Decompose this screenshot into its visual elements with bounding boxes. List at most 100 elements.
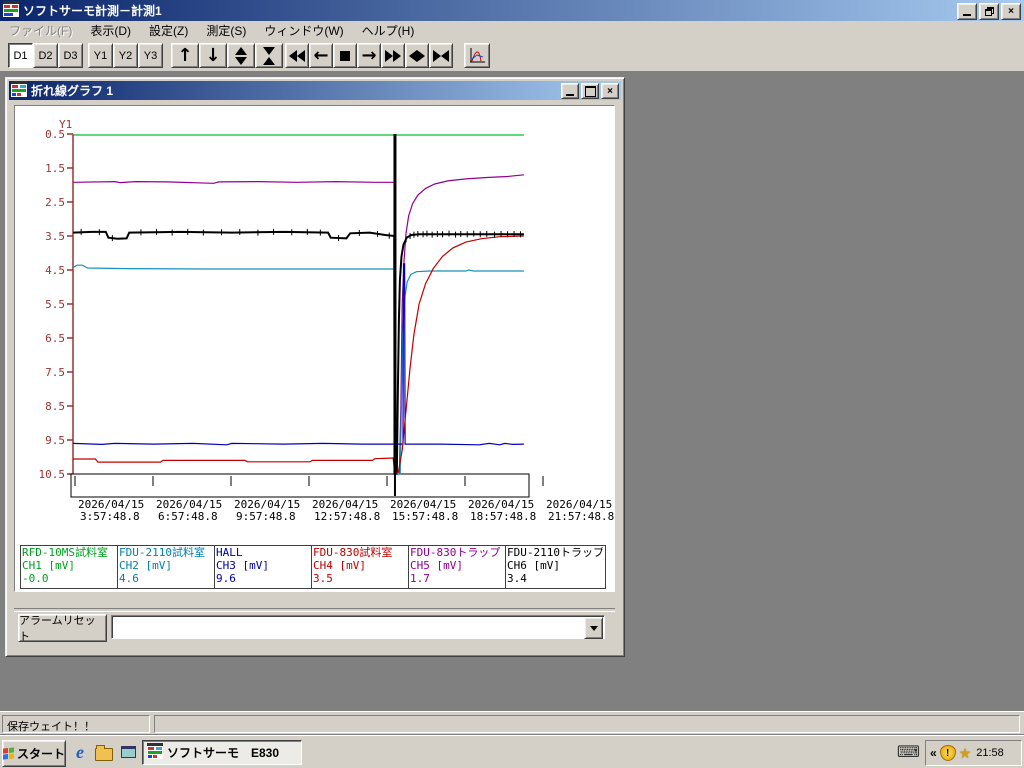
start-button[interactable]: スタート (2, 740, 66, 767)
statusbar: 保存ウェイト！！ (0, 711, 1024, 736)
internet-explorer-icon[interactable]: e (70, 742, 90, 762)
channel-legend: RFD-10MS試料室 CH1 [mV] -0.0 FDU-2110試料室 CH2 [m… (20, 545, 606, 589)
status-panel-2 (154, 715, 1020, 733)
svg-text:1.5: 1.5 (45, 162, 65, 175)
folder-icon[interactable] (94, 742, 114, 762)
legend-channel-unit: CH6 [mV] (507, 559, 560, 572)
svg-text:2.5: 2.5 (45, 196, 65, 209)
menu-item-2[interactable]: 設定(Z) (140, 20, 197, 41)
taskbar: スタート e ソフトサーモ E830 ⌨ « ! ★ 21:58 (0, 735, 1024, 768)
legend-channel-value: -0.0 (22, 572, 49, 585)
main-titlebar: ソフトサーモ計測－計測1 × (0, 0, 1024, 21)
toolbar-button-fast-forward[interactable] (381, 43, 405, 68)
svg-text:8.5: 8.5 (45, 400, 65, 413)
svg-text:7.5: 7.5 (45, 366, 65, 379)
legend-channel-name: RFD-10MS試料室 (22, 546, 108, 559)
menu-item-1[interactable]: 表示(D) (81, 20, 140, 41)
security-shield-icon[interactable]: ! (939, 745, 956, 761)
task-button-label: ソフトサーモ E830 (167, 746, 280, 760)
menu-item-5[interactable]: ヘルプ(H) (353, 20, 424, 41)
legend-channel-value: 3.4 (507, 572, 527, 585)
graph-close-button[interactable]: × (601, 83, 619, 99)
svg-text:9:57:48.8: 9:57:48.8 (236, 510, 296, 523)
legend-channel-name: HALL (216, 546, 243, 559)
svg-text:4.5: 4.5 (45, 264, 65, 277)
legend-channel-name: FDU-830試料室 (313, 546, 393, 559)
toolbar-button-y1[interactable]: Y1 (88, 43, 113, 68)
alarm-combobox[interactable] (111, 615, 605, 639)
toolbar-button-expand-vertical[interactable] (227, 43, 255, 68)
svg-text:3:57:48.8: 3:57:48.8 (80, 510, 140, 523)
legend-cell-ch6: FDU-2110トラップ CH6 [mV] 3.4 (506, 546, 603, 588)
legend-channel-unit: CH5 [mV] (410, 559, 463, 572)
task-button-icon (147, 743, 163, 762)
toolbar-button-arrow-up[interactable]: ↑ (171, 43, 199, 68)
graph-window-title: 折れ線グラフ 1 (31, 84, 114, 98)
legend-channel-unit: CH1 [mV] (22, 559, 75, 572)
toolbar-button-step-back[interactable]: ← (309, 43, 333, 68)
graph-minimize-button[interactable] (561, 83, 579, 99)
star-icon[interactable]: ★ (959, 745, 972, 762)
alarm-reset-button[interactable]: アラームリセット (18, 614, 107, 643)
graph-window: 折れ線グラフ 1 × Y1 0.5 1.5 2.5 3.5 4.5 5.5 6.5 7.5 8.5… (5, 77, 625, 657)
toolbar-button-d1[interactable]: D1 (8, 43, 33, 68)
toolbar-button-arrow-down[interactable]: ↓ (199, 43, 227, 68)
minimize-button[interactable] (957, 3, 977, 20)
legend-cell-ch3: HALL CH3 [mV] 9.6 (215, 546, 312, 588)
legend-channel-value: 4.6 (119, 572, 139, 585)
graph-maximize-button[interactable] (581, 83, 599, 99)
taskbar-clock: 21:58 (976, 747, 1004, 759)
chart-panel: Y1 0.5 1.5 2.5 3.5 4.5 5.5 6.5 7.5 8.5 9.5 10.5 2026… (14, 105, 615, 592)
legend-cell-ch1: RFD-10MS試料室 CH1 [mV] -0.0 (21, 546, 118, 588)
legend-cell-ch2: FDU-2110試料室 CH2 [mV] 4.6 (118, 546, 215, 588)
legend-channel-unit: CH2 [mV] (119, 559, 172, 572)
svg-text:6.5: 6.5 (45, 332, 65, 345)
task-button-softthermo[interactable]: ソフトサーモ E830 (142, 740, 302, 765)
toolbar-button-stop[interactable] (333, 43, 357, 68)
toolbar-button-collapse-horizontal[interactable] (429, 43, 453, 68)
svg-text:3.5: 3.5 (45, 230, 65, 243)
svg-text:0.5: 0.5 (45, 128, 65, 141)
outlook-window-icon[interactable] (118, 742, 138, 762)
legend-channel-unit: CH4 [mV] (313, 559, 366, 572)
status-message: 保存ウェイト！！ (2, 715, 150, 733)
restore-button[interactable] (979, 3, 999, 20)
svg-text:10.5: 10.5 (39, 468, 66, 481)
legend-channel-value: 9.6 (216, 572, 236, 585)
legend-channel-name: FDU-2110試料室 (119, 546, 205, 559)
svg-text:15:57:48.8: 15:57:48.8 (392, 510, 458, 523)
legend-channel-value: 3.5 (313, 572, 333, 585)
toolbar-button-d3[interactable]: D3 (58, 43, 83, 68)
svg-text:12:57:48.8: 12:57:48.8 (314, 510, 380, 523)
toolbar-button-y3[interactable]: Y3 (138, 43, 163, 68)
toolbar-button-rewind[interactable] (285, 43, 309, 68)
toolbar-button-collapse-vertical[interactable] (255, 43, 283, 68)
windows-logo-icon (3, 747, 14, 760)
toolbar-button-step-forward[interactable]: → (357, 43, 381, 68)
toolbar-button-expand-horizontal[interactable] (405, 43, 429, 68)
toolbar-button-chart[interactable] (464, 43, 490, 68)
menubar: ファイル(F) 表示(D) 設定(Z) 測定(S) ウィンドウ(W) ヘルプ(H) (0, 21, 1024, 41)
chevron-down-icon (589, 625, 598, 631)
keyboard-icon[interactable]: ⌨ (897, 742, 920, 762)
legend-cell-ch4: FDU-830試料室 CH4 [mV] 3.5 (312, 546, 409, 588)
legend-channel-value: 1.7 (410, 572, 430, 585)
svg-text:9.5: 9.5 (45, 434, 65, 447)
toolbar-button-d2[interactable]: D2 (33, 43, 58, 68)
desktop-screen: ソフトサーモ計測－計測1 × ファイル(F) 表示(D) 設定(Z) 測定(S) ウィン… (0, 0, 1024, 768)
mdi-workspace: 折れ線グラフ 1 × Y1 0.5 1.5 2.5 3.5 4.5 5.5 6.5 7.5 8.5… (0, 71, 1024, 711)
combobox-dropdown-button[interactable] (584, 617, 603, 639)
svg-text:5.5: 5.5 (45, 298, 65, 311)
line-chart[interactable]: Y10.51.52.53.54.55.56.57.58.59.510.52026… (15, 106, 615, 540)
close-button[interactable]: × (1001, 3, 1021, 20)
menu-item-0: ファイル(F) (9, 24, 73, 38)
start-button-label: スタート (17, 747, 66, 761)
chevron-left-icon[interactable]: « (930, 746, 937, 760)
graph-window-titlebar[interactable]: 折れ線グラフ 1 × (9, 81, 621, 100)
graph-window-icon (11, 81, 27, 100)
toolbar: D1 D2 D3 Y1 Y2 Y3 ↑ ↓ ← → (0, 40, 1024, 72)
toolbar-button-y2[interactable]: Y2 (113, 43, 138, 68)
menu-item-3[interactable]: 測定(S) (197, 20, 255, 41)
menu-item-4[interactable]: ウィンドウ(W) (255, 20, 352, 41)
svg-text:21:57:48.8: 21:57:48.8 (548, 510, 614, 523)
